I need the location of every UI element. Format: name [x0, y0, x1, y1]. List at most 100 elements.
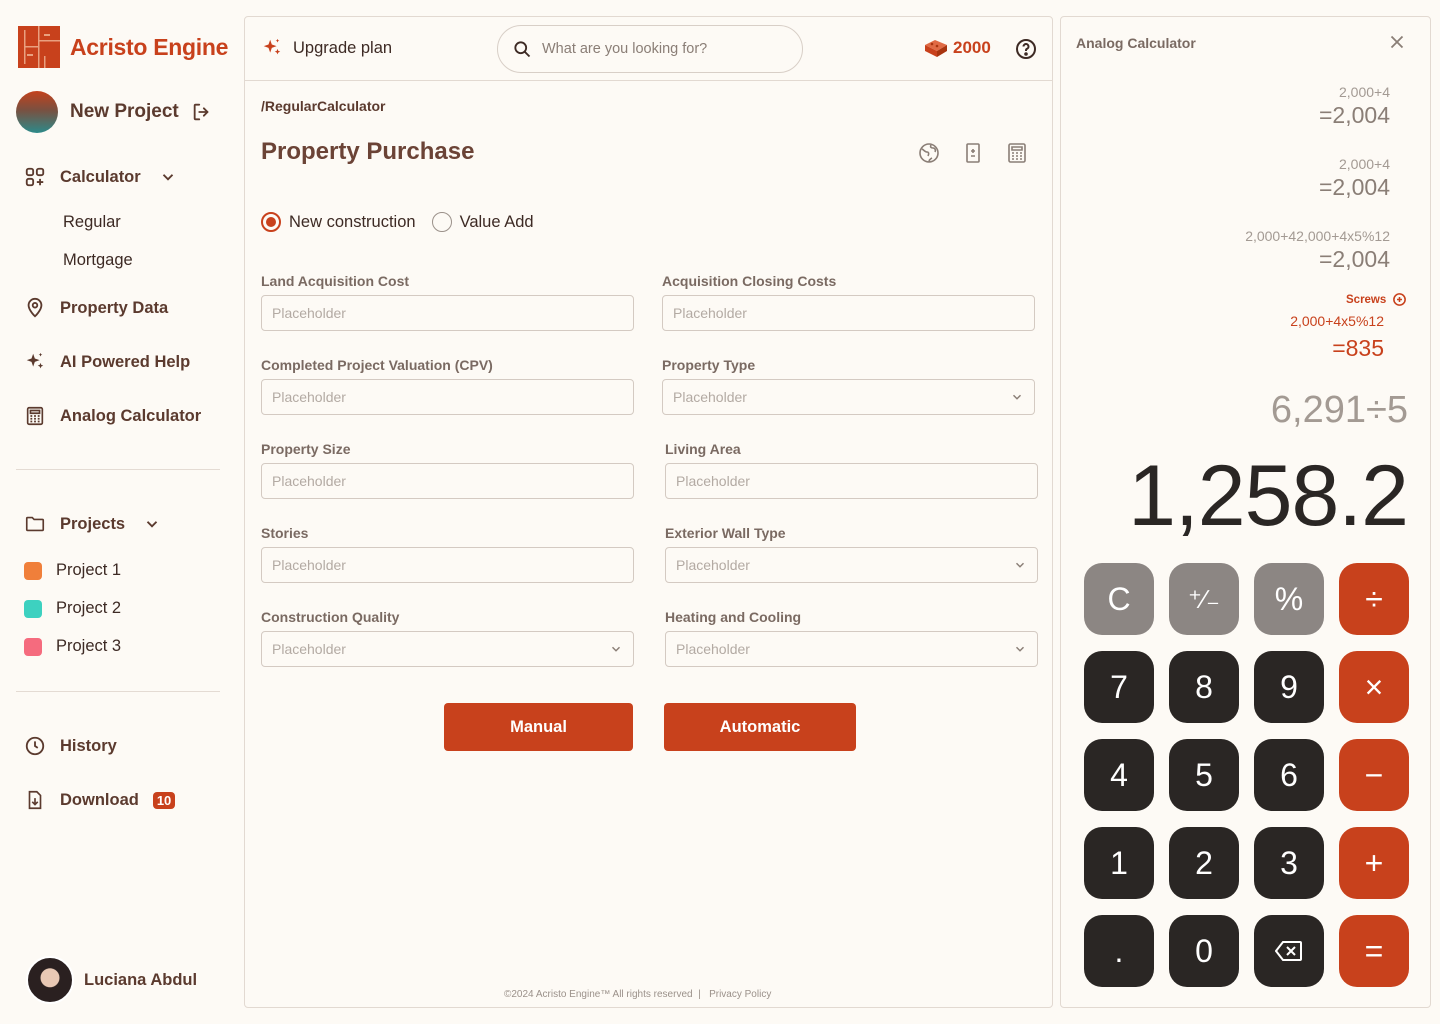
manual-button[interactable]: Manual — [444, 703, 633, 751]
logo-mark-icon — [18, 26, 60, 68]
text-input[interactable]: Placeholder — [261, 295, 634, 331]
nav-ai-help[interactable]: AI Powered Help — [24, 351, 190, 373]
radio-button-unchecked[interactable] — [431, 212, 452, 232]
history-expression: 2,000+4 — [1339, 84, 1390, 100]
key-percent[interactable]: % — [1254, 563, 1324, 635]
chevron-down-icon — [1015, 562, 1025, 568]
add-circle-icon[interactable] — [1392, 292, 1407, 307]
history-result: =2,004 — [1319, 246, 1390, 272]
nav-history[interactable]: History — [24, 735, 117, 757]
key-5[interactable]: 5 — [1169, 739, 1239, 811]
nav-sub-mortgage[interactable]: Mortgage — [63, 251, 133, 270]
analog-calculator-panel: Analog Calculator 2,000+4 =2,004 2,000+4… — [1060, 16, 1431, 1008]
help-icon[interactable] — [1014, 37, 1038, 61]
calculator-grid-icon[interactable] — [1005, 141, 1029, 165]
chevron-down-icon[interactable] — [159, 168, 177, 186]
text-input[interactable]: Placeholder — [662, 295, 1035, 331]
globe-icon[interactable] — [917, 141, 941, 165]
key-backspace[interactable] — [1254, 915, 1324, 987]
select-dropdown[interactable]: Placeholder — [665, 631, 1038, 667]
placeholder-text: Placeholder — [673, 389, 747, 405]
nav-property-data[interactable]: Property Data — [24, 297, 168, 319]
key-clear[interactable]: C — [1084, 563, 1154, 635]
privacy-policy-link[interactable]: Privacy Policy — [709, 989, 771, 1000]
project-item[interactable]: Project 2 — [24, 599, 121, 618]
key-2[interactable]: 2 — [1169, 827, 1239, 899]
text-input[interactable]: Placeholder — [665, 463, 1038, 499]
history-entry-tagged[interactable]: 2,000+4x5%12 =835 — [1290, 313, 1384, 362]
nav-analog-calculator[interactable]: Analog Calculator — [24, 405, 201, 427]
radio-value-add[interactable]: Value Add — [431, 212, 534, 232]
chevron-down-icon[interactable] — [143, 515, 161, 533]
key-multiply[interactable]: × — [1339, 651, 1409, 723]
download-file-icon — [28, 790, 42, 810]
select-dropdown[interactable]: Placeholder — [662, 379, 1035, 415]
search-input[interactable] — [542, 41, 772, 57]
footer: ©2024 Acristo Engine™ All rights reserve… — [504, 989, 771, 1000]
history-entry[interactable]: 2,000+4 =2,004 — [1319, 84, 1390, 129]
credits-counter[interactable]: 2000 — [923, 37, 991, 59]
select-dropdown[interactable]: Placeholder — [261, 631, 634, 667]
select-dropdown[interactable]: Placeholder — [665, 547, 1038, 583]
field-construction-quality: Construction Quality Placeholder — [261, 609, 634, 667]
folder-icon — [25, 516, 45, 532]
nav-sub-regular[interactable]: Regular — [63, 213, 121, 232]
key-7[interactable]: 7 — [1084, 651, 1154, 723]
history-expression: 2,000+4 — [1339, 156, 1390, 172]
history-tag[interactable]: Screws — [1346, 292, 1407, 307]
key-decimal[interactable]: . — [1084, 915, 1154, 987]
radio-new-construction[interactable]: New construction — [261, 212, 416, 232]
key-0[interactable]: 0 — [1169, 915, 1239, 987]
field-label: Construction Quality — [261, 609, 400, 625]
key-subtract[interactable]: − — [1339, 739, 1409, 811]
nav-download-label: Download — [60, 790, 139, 809]
field-stories: Stories Placeholder — [261, 525, 634, 583]
key-equals[interactable]: = — [1339, 915, 1409, 987]
key-8[interactable]: 8 — [1169, 651, 1239, 723]
sidebar-divider — [16, 469, 220, 470]
nav-calculator[interactable]: Calculator — [24, 166, 177, 188]
sparkle-icon — [263, 38, 281, 55]
current-project[interactable]: New Project — [16, 91, 213, 133]
nav-download[interactable]: Download 10 — [24, 789, 176, 811]
history-entry[interactable]: 2,000+4 =2,004 — [1319, 156, 1390, 201]
page-tools — [917, 141, 1029, 165]
placeholder-text: Placeholder — [676, 557, 750, 573]
field-property-type: Property Type Placeholder — [662, 357, 1035, 415]
key-4[interactable]: 4 — [1084, 739, 1154, 811]
key-6[interactable]: 6 — [1254, 739, 1324, 811]
exit-icon[interactable] — [191, 101, 213, 123]
key-plus-minus[interactable]: ⁺∕₋ — [1169, 563, 1239, 635]
project-item-label: Project 2 — [56, 599, 122, 617]
text-input[interactable]: Placeholder — [261, 463, 634, 499]
key-1[interactable]: 1 — [1084, 827, 1154, 899]
calculator-plus-minus-icon[interactable] — [961, 141, 985, 165]
breadcrumb[interactable]: /RegularCalculator — [261, 98, 385, 114]
nav-projects[interactable]: Projects — [24, 513, 161, 535]
nav-ai-help-label: AI Powered Help — [60, 352, 191, 371]
search-bar[interactable] — [497, 25, 803, 73]
nav-history-label: History — [60, 736, 117, 755]
automatic-button[interactable]: Automatic — [664, 703, 856, 751]
placeholder-text: Placeholder — [272, 389, 346, 405]
close-icon[interactable] — [1386, 31, 1408, 53]
text-input[interactable]: Placeholder — [261, 547, 634, 583]
upgrade-plan-button[interactable]: Upgrade plan — [261, 37, 392, 59]
project-item[interactable]: Project 3 — [24, 637, 121, 656]
field-label: Property Size — [261, 441, 351, 457]
user-profile[interactable]: Luciana Abdul — [26, 956, 197, 1004]
text-input[interactable]: Placeholder — [261, 379, 634, 415]
key-9[interactable]: 9 — [1254, 651, 1324, 723]
placeholder-text: Placeholder — [272, 473, 346, 489]
history-entry[interactable]: 2,000+42,000+4x5%12 =2,004 — [1245, 228, 1390, 273]
field-label: Property Type — [662, 357, 756, 373]
project-title: New Project — [70, 101, 179, 122]
key-divide[interactable]: ÷ — [1339, 563, 1409, 635]
radio-button-checked[interactable] — [261, 212, 281, 232]
key-add[interactable]: + — [1339, 827, 1409, 899]
clock-icon — [25, 736, 45, 756]
brand-logo[interactable]: Acristo Engine — [18, 26, 228, 68]
key-3[interactable]: 3 — [1254, 827, 1324, 899]
project-item[interactable]: Project 1 — [24, 561, 121, 580]
project-item-label: Project 3 — [56, 637, 122, 655]
